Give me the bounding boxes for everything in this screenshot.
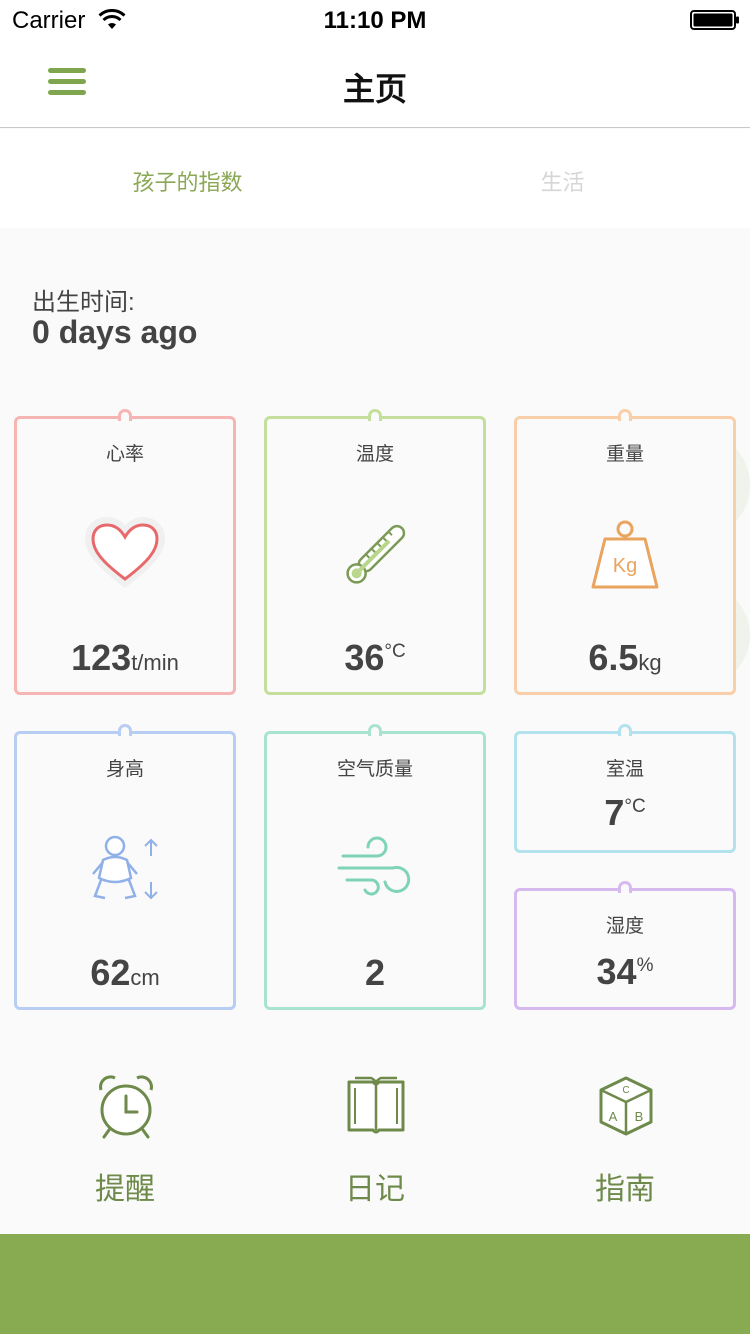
birth-time-value: 0 days ago [32,314,198,350]
birth-time-label: 出生时间: [32,289,135,316]
air-quality-card[interactable]: 空气质量 2 [264,724,486,1010]
temperature-card[interactable]: 温度 36°C [264,409,486,695]
heart-rate-title: 心率 [105,444,144,465]
weight-title: 重量 [605,444,644,465]
height-value: 62cm [90,952,160,993]
room-temperature-card[interactable]: 室温 7°C [514,724,736,853]
tab-child-index[interactable]: 孩子的指数 [0,165,375,197]
weight-value: 6.5kg [588,637,662,678]
alarm-clock-icon [99,1075,153,1139]
navigation-bar: 主页 [0,40,750,128]
heart-rate-value: 123t/min [71,637,179,678]
tab-bar: 孩子的指数 生活 [0,129,750,228]
svg-text:B: B [635,1109,644,1124]
book-icon [347,1076,405,1134]
clock: 11:10 PM [323,7,427,34]
thermometer-icon [346,524,406,584]
room-temperature-title: 室温 [605,759,644,780]
svg-text:A: A [609,1109,618,1124]
heart-rate-card[interactable]: 心率 123t/min [14,409,236,695]
height-title: 身高 [105,759,144,780]
bottom-bar [0,1234,750,1334]
humidity-value: 34% [596,951,654,992]
room-temperature-value: 7°C [604,792,646,833]
page-title: 主页 [342,71,407,107]
temperature-title: 温度 [355,444,394,465]
height-card[interactable]: 身高 62cm [14,724,236,1010]
abc-block-icon: C A B [599,1076,653,1136]
reminder-label: 提醒 [95,1173,155,1206]
air-quality-title: 空气质量 [336,759,413,780]
humidity-title: 湿度 [605,916,644,937]
hamburger-icon[interactable] [48,68,90,98]
air-quality-value: 2 [364,952,386,993]
svg-text:C: C [622,1085,629,1096]
status-bar: Carrier 11:10 PM [0,0,750,40]
diary-label: 日记 [345,1173,405,1206]
guide-label: 指南 [595,1173,655,1206]
wind-icon [337,836,411,896]
weight-card[interactable]: 重量 Kg 6.5kg [514,409,736,695]
temperature-value: 36°C [344,637,406,678]
baby-height-icon [92,835,158,900]
humidity-card[interactable]: 湿度 34% [514,881,736,1010]
heart-icon [85,517,165,589]
tab-life[interactable]: 生活 [375,165,750,197]
weight-kg-icon: Kg [591,520,659,589]
battery-icon [690,10,739,30]
svg-text:Kg: Kg [613,555,637,577]
